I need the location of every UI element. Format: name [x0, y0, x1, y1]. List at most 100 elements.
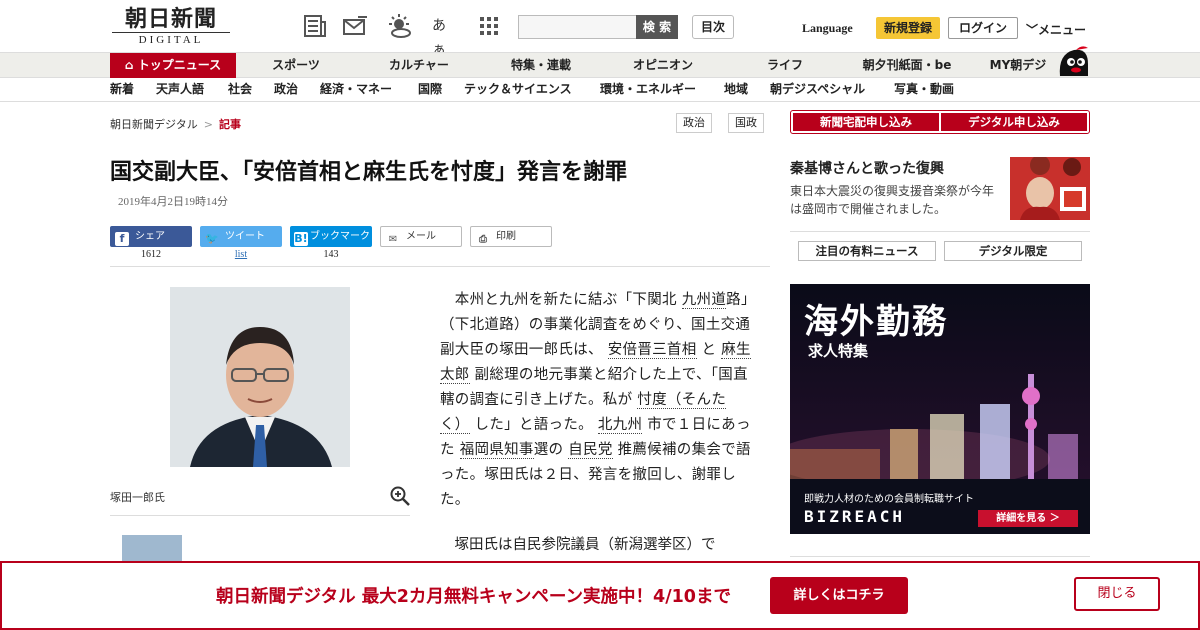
envelope-icon: ✉ — [388, 234, 398, 245]
subnav-item-economy[interactable]: 経済・マネー — [320, 78, 392, 101]
facebook-share-button[interactable]: f シェア — [110, 226, 192, 247]
digital-subscribe-button[interactable]: デジタル申し込み — [941, 113, 1087, 131]
body-text-segment: した」と語った。 — [474, 417, 593, 433]
subnav-item-international[interactable]: 国際 — [418, 78, 442, 101]
nav-item-label: トップニュース — [137, 58, 222, 72]
twitter-share-label: ツイート — [225, 231, 265, 242]
facebook-share-label: シェア — [135, 231, 165, 242]
nav-item-features[interactable]: 特集・連載 — [496, 53, 586, 78]
language-link[interactable]: Language — [802, 21, 853, 36]
article-photo[interactable] — [170, 287, 350, 467]
facebook-share-count: 1612 — [141, 249, 161, 260]
keyword-link[interactable]: 安倍晋三首相 — [607, 342, 697, 359]
tab-paid-news[interactable]: 注目の有料ニュース — [798, 241, 936, 261]
breadcrumb-separator: > — [203, 118, 213, 131]
article-body: 本州と九州を新たに結ぶ「下関北 九州道路」（下北道路）の事業化調査をめぐり、国土… — [440, 288, 752, 513]
keyword-link[interactable]: 北九州 — [597, 417, 643, 434]
tag-politics[interactable]: 政治 — [676, 113, 712, 133]
caption-divider — [110, 515, 410, 516]
breadcrumb-current: 記事 — [219, 118, 241, 131]
hatena-bookmark-count: 143 — [323, 249, 339, 260]
hatena-bookmark-button[interactable]: B! ブックマーク — [290, 226, 372, 247]
register-button[interactable]: 新規登録 — [876, 17, 940, 39]
sidebar-divider-2 — [790, 556, 1090, 557]
subnav-item-region[interactable]: 地域 — [724, 78, 748, 101]
newspaper-icon[interactable] — [302, 14, 328, 38]
article-date: 2019年4月2日19時14分 — [118, 196, 228, 208]
campaign-banner: 朝日新聞デジタル 最大2カ月無料キャンペーン実施中！4/10まで 詳しくはコチラ… — [0, 561, 1200, 630]
nav-item-top-news[interactable]: ⌂ トップニュース — [110, 53, 236, 78]
mail-icon[interactable] — [342, 14, 368, 38]
ad-title: 海外勤務 — [804, 302, 948, 342]
subnav-item-politics[interactable]: 政治 — [274, 78, 298, 101]
photo-caption: 塚田一郎氏 — [110, 491, 165, 504]
page: 朝日新聞 DIGITAL あぁ 検 索 目次 Language 新規登録 ログイ… — [0, 0, 1200, 630]
print-label: 印刷 — [496, 231, 516, 242]
campaign-details-button[interactable]: 詳しくはコチラ — [770, 577, 908, 614]
advertisement[interactable]: 海外勤務 求人特集 即戦力人材のための会員制転職サイト BIZREACH 詳細を… — [790, 284, 1090, 534]
menu-label: メニュー — [1038, 23, 1087, 37]
keyword-link[interactable]: 自民党 — [568, 442, 613, 459]
nav-item-sports[interactable]: スポーツ — [256, 53, 336, 78]
promo-thumbnail[interactable] — [1010, 157, 1090, 220]
weather-icon[interactable] — [386, 14, 412, 38]
campaign-text: 朝日新聞デジタル 最大2カ月無料キャンペーン実施中！4/10まで — [216, 587, 731, 607]
grid-menu-icon[interactable] — [476, 14, 502, 38]
map-thumbnail[interactable] — [122, 535, 182, 561]
sub-nav: 新着 天声人語 社会 政治 経済・マネー 国際 テック＆サイエンス 環境・エネル… — [0, 78, 1200, 102]
nav-item-life[interactable]: ライフ — [752, 53, 818, 78]
body-text-segment: と — [701, 342, 717, 358]
breadcrumb-home[interactable]: 朝日新聞デジタル — [110, 118, 198, 131]
banner-close-button[interactable]: 閉じる — [1074, 577, 1160, 611]
search-button[interactable]: 検 索 — [636, 15, 678, 39]
ad-subtitle: 求人特集 — [808, 342, 869, 360]
body-text-segment: 選の — [533, 442, 564, 458]
promo-title[interactable]: 秦基博さんと歌った復興 — [790, 158, 944, 178]
print-button[interactable]: ⎙ 印刷 — [470, 226, 552, 247]
article-headline: 国交副大臣、「安倍首相と麻生氏を忖度」発言を謝罪 — [110, 160, 628, 185]
zoom-in-icon[interactable] — [390, 486, 410, 506]
menu-button[interactable]: ﹀メニュー — [1026, 21, 1086, 38]
nav-item-opinion[interactable]: オピニオン — [618, 53, 708, 78]
twitter-icon: 🐦 — [205, 232, 219, 245]
mascot-icon[interactable] — [1054, 44, 1092, 78]
paper-subscribe-button[interactable]: 新聞宅配申し込み — [793, 113, 939, 131]
nav-item-culture[interactable]: カルチャー — [374, 53, 464, 78]
mail-share-button[interactable]: ✉ メール — [380, 226, 462, 247]
site-logo[interactable]: 朝日新聞 DIGITAL — [112, 7, 230, 47]
font-size-icon[interactable]: あぁ — [432, 14, 458, 58]
subnav-item-environment[interactable]: 環境・エネルギー — [600, 78, 696, 101]
subnav-item-tech[interactable]: テック＆サイエンス — [464, 78, 572, 101]
login-button[interactable]: ログイン — [948, 17, 1018, 39]
breadcrumb: 朝日新聞デジタル > 記事 — [110, 116, 241, 132]
twitter-list-link[interactable]: list — [200, 249, 282, 260]
logo-sub-text: DIGITAL — [112, 32, 230, 46]
search-input[interactable] — [518, 15, 638, 39]
ad-details-button[interactable]: 詳細を見る ＞ — [978, 510, 1078, 527]
subnav-item-latest[interactable]: 新着 — [110, 78, 134, 101]
tab-digital-only[interactable]: デジタル限定 — [944, 241, 1082, 261]
printer-icon: ⎙ — [479, 234, 487, 245]
nav-item-paper[interactable]: 朝夕刊紙面・be — [852, 53, 962, 78]
subnav-item-special[interactable]: 朝デジスペシャル — [770, 78, 865, 101]
portrait-image — [170, 287, 350, 467]
hatena-icon: B! — [294, 232, 308, 246]
nav-item-my-asadigi[interactable]: MY朝デジ — [980, 53, 1056, 78]
subnav-item-tensei[interactable]: 天声人語 — [156, 78, 204, 101]
body-text-segment: 本州と九州を新たに結ぶ「下関北 — [440, 292, 677, 308]
promo-photo — [1010, 157, 1090, 220]
subnav-item-photo[interactable]: 写真・動画 — [894, 78, 954, 101]
ad-brand-logo: BIZREACH — [804, 507, 906, 526]
subnav-item-society[interactable]: 社会 — [228, 78, 252, 101]
facebook-icon: f — [115, 232, 129, 246]
article-paragraph-2: 塚田氏は自民参院議員（新潟選挙区）で — [440, 537, 716, 553]
chevron-down-icon: ﹀ — [1026, 23, 1039, 37]
keyword-link[interactable]: 福岡県知事 — [459, 442, 534, 459]
tag-national[interactable]: 国政 — [728, 113, 764, 133]
twitter-share-button[interactable]: 🐦 ツイート — [200, 226, 282, 247]
keyword-link[interactable]: 九州道 — [681, 292, 727, 309]
site-header: 朝日新聞 DIGITAL あぁ 検 索 目次 Language 新規登録 ログイ… — [0, 0, 1200, 58]
subscribe-box: 新聞宅配申し込み デジタル申し込み — [790, 110, 1090, 134]
contents-button[interactable]: 目次 — [692, 15, 734, 39]
promo-description: 東日本大震災の復興支援音楽祭が今年は盛岡市で開催されました。 — [790, 184, 995, 216]
